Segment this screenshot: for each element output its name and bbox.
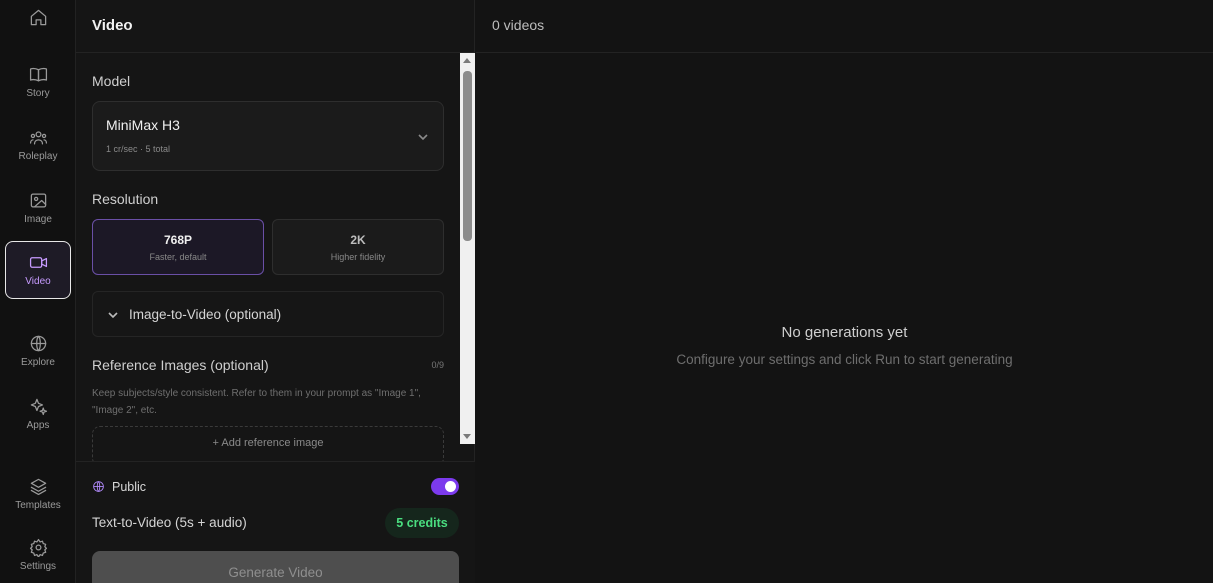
public-label: Public bbox=[112, 480, 147, 494]
nav-item-image[interactable]: Image bbox=[5, 179, 71, 237]
nav-home[interactable] bbox=[5, 0, 71, 38]
video-count: 0 videos bbox=[492, 17, 545, 33]
reference-images-help: Keep subjects/style consistent. Refer to… bbox=[92, 388, 421, 416]
model-select[interactable]: MiniMax H3 1 cr/sec · 5 total bbox=[92, 101, 444, 171]
main-header: 0 videos bbox=[476, 0, 1213, 53]
nav-item-settings[interactable]: Settings bbox=[5, 526, 71, 583]
resolution-option-title: 768P bbox=[163, 233, 193, 247]
nav-item-apps[interactable]: Apps bbox=[5, 385, 71, 443]
gear-icon bbox=[29, 538, 47, 557]
nav-label-roleplay: Roleplay bbox=[18, 151, 58, 162]
nav-label-settings: Settings bbox=[19, 561, 57, 572]
resolution-option-title: 2K bbox=[350, 233, 366, 247]
resolution-option-2k[interactable]: 2K Higher fidelity bbox=[272, 219, 444, 275]
sparkles-icon bbox=[30, 398, 47, 416]
add-reference-image-button[interactable]: + Add reference image bbox=[92, 426, 444, 461]
panel-header: Video bbox=[76, 0, 475, 53]
left-nav: Story Roleplay Image Video Explore Apps … bbox=[0, 0, 76, 583]
scroll-up-arrow-icon[interactable] bbox=[463, 58, 471, 63]
resolution-option-768p[interactable]: 768P Faster, default bbox=[92, 219, 264, 275]
home-icon bbox=[30, 9, 46, 25]
nav-label-templates: Templates bbox=[15, 500, 61, 511]
nav-label-explore: Explore bbox=[21, 357, 55, 368]
resolution-option-subtitle: Higher fidelity bbox=[330, 252, 386, 262]
nav-label-image: Image bbox=[24, 214, 52, 225]
nav-item-story[interactable]: Story bbox=[5, 53, 71, 111]
app: Story Roleplay Image Video Explore Apps … bbox=[0, 0, 1213, 583]
nav-item-explore[interactable]: Explore bbox=[5, 322, 71, 380]
book-icon bbox=[29, 67, 47, 82]
empty-state-title: No generations yet bbox=[781, 324, 908, 341]
model-label: Model bbox=[92, 73, 131, 89]
nav-label-story: Story bbox=[26, 88, 50, 99]
model-detail: 1 cr/sec · 5 total bbox=[106, 144, 171, 154]
scroll-down-arrow-icon[interactable] bbox=[463, 434, 471, 439]
public-toggle[interactable] bbox=[431, 478, 459, 495]
image-to-video-accordion[interactable]: Image-to-Video (optional) bbox=[92, 291, 444, 337]
users-icon bbox=[29, 131, 47, 145]
nav-item-templates[interactable]: Templates bbox=[5, 465, 71, 523]
add-reference-image-label: + Add reference image bbox=[212, 437, 324, 449]
image-to-video-label: Image-to-Video (optional) bbox=[129, 307, 282, 322]
nav-item-roleplay[interactable]: Roleplay bbox=[5, 116, 71, 174]
globe-icon bbox=[30, 335, 46, 352]
chevron-down-icon bbox=[417, 130, 429, 142]
video-icon bbox=[29, 257, 47, 268]
globe-icon bbox=[92, 480, 105, 493]
generation-mode-label: Text-to-Video (5s + audio) bbox=[92, 515, 247, 530]
settings-scroll-area: Model MiniMax H3 1 cr/sec · 5 total Reso… bbox=[76, 53, 475, 461]
settings-panel: Video Model MiniMax H3 1 cr/sec · 5 tota… bbox=[76, 0, 475, 583]
scroll-thumb[interactable] bbox=[463, 71, 472, 241]
generate-video-button[interactable]: Generate Video bbox=[92, 551, 459, 583]
resolution-label: Resolution bbox=[92, 191, 159, 207]
reference-images-label: Reference Images (optional) bbox=[92, 357, 269, 373]
model-selected-value: MiniMax H3 bbox=[106, 117, 180, 133]
chevron-down-icon bbox=[107, 308, 119, 320]
credits-badge: 5 credits bbox=[385, 508, 459, 538]
nav-item-video[interactable]: Video bbox=[5, 241, 71, 299]
main-area: 0 videos No generations yet Configure yo… bbox=[476, 0, 1213, 583]
layers-icon bbox=[30, 478, 46, 496]
image-icon bbox=[30, 193, 46, 208]
reference-images-count: 0/9 bbox=[431, 360, 444, 370]
nav-label-video: Video bbox=[25, 276, 51, 287]
resolution-option-subtitle: Faster, default bbox=[149, 252, 207, 262]
panel-scrollbar[interactable] bbox=[460, 53, 475, 444]
nav-label-apps: Apps bbox=[26, 420, 50, 431]
panel-footer: Public Text-to-Video (5s + audio) 5 cred… bbox=[76, 461, 475, 583]
toggle-knob bbox=[445, 481, 456, 492]
panel-title: Video bbox=[92, 17, 133, 34]
empty-state-subtitle: Configure your settings and click Run to… bbox=[676, 352, 1013, 367]
